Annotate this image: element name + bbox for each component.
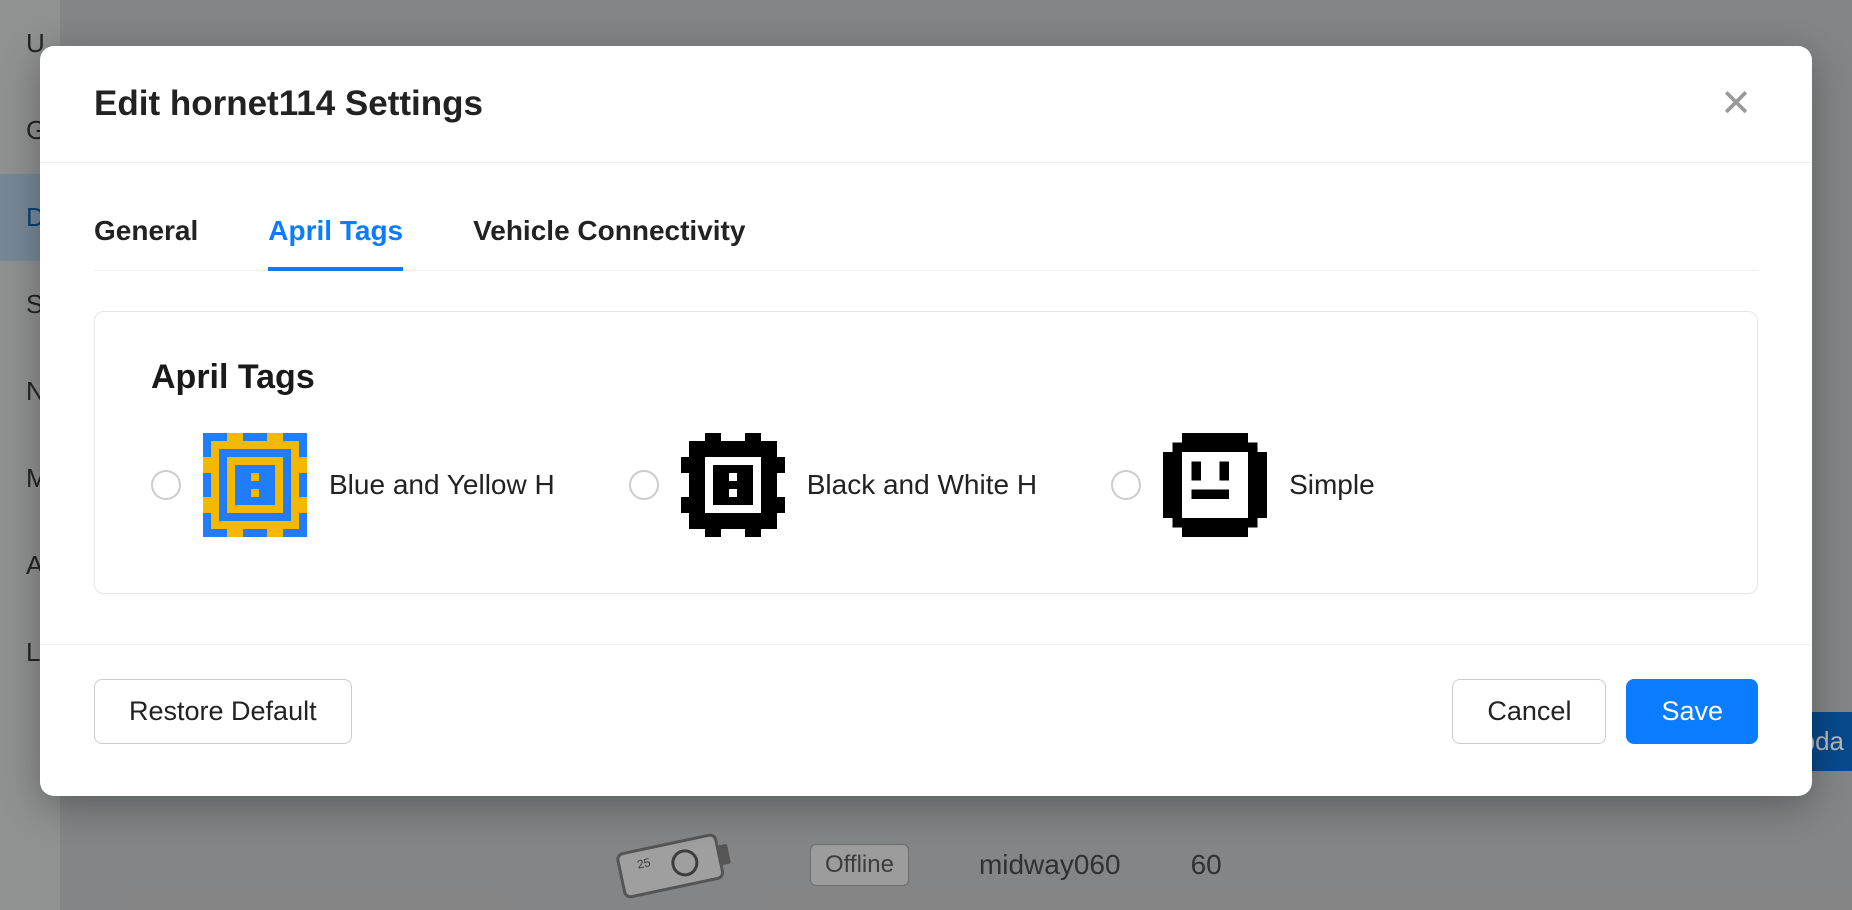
modal-footer: Restore Default Cancel Save [40, 644, 1812, 796]
card-title: April Tags [151, 358, 1701, 397]
black-white-h-icon [681, 433, 785, 537]
tabs: General April Tags Vehicle Connectivity [94, 203, 1758, 271]
april-tags-card: April Tags [94, 311, 1758, 594]
close-icon[interactable]: ✕ [1714, 85, 1758, 123]
radio-icon[interactable] [1111, 470, 1141, 500]
option-label: Blue and Yellow H [329, 469, 555, 501]
tab-vehicle-connectivity[interactable]: Vehicle Connectivity [473, 203, 745, 270]
simple-icon [1163, 433, 1267, 537]
modal-header: Edit hornet114 Settings ✕ [40, 46, 1812, 163]
save-button[interactable]: Save [1626, 679, 1758, 744]
modal-overlay[interactable]: Edit hornet114 Settings ✕ General April … [0, 0, 1852, 910]
cancel-button[interactable]: Cancel [1452, 679, 1606, 744]
option-label: Black and White H [807, 469, 1037, 501]
modal-body: General April Tags Vehicle Connectivity … [40, 163, 1812, 604]
option-black-white-h[interactable]: Black and White H [629, 433, 1037, 537]
radio-icon[interactable] [629, 470, 659, 500]
option-simple[interactable]: Simple [1111, 433, 1375, 537]
modal-title: Edit hornet114 Settings [94, 84, 483, 124]
blue-yellow-h-icon [203, 433, 307, 537]
options-row: Blue and Yellow H [151, 433, 1701, 537]
settings-modal: Edit hornet114 Settings ✕ General April … [40, 46, 1812, 796]
tab-general[interactable]: General [94, 203, 198, 270]
option-label: Simple [1289, 469, 1375, 501]
restore-default-button[interactable]: Restore Default [94, 679, 352, 744]
radio-icon[interactable] [151, 470, 181, 500]
tab-april-tags[interactable]: April Tags [268, 203, 403, 271]
option-blue-yellow-h[interactable]: Blue and Yellow H [151, 433, 555, 537]
